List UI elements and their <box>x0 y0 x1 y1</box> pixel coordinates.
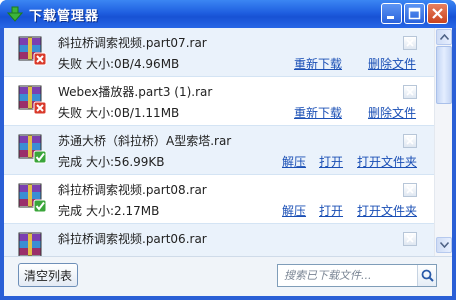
download-item[interactable]: Webex播放器.part3 (1).rar 失败 大小:0B/1.11MB 重新… <box>4 77 434 126</box>
remove-item-button[interactable] <box>403 232 417 246</box>
extract-link[interactable]: 解压 <box>282 153 306 170</box>
status-text: 失败 大小:0B/1.11MB <box>58 104 179 121</box>
chevron-up-icon <box>440 34 449 40</box>
extract-link[interactable]: 解压 <box>282 202 306 219</box>
redownload-link[interactable]: 重新下载 <box>294 55 342 72</box>
maximize-button[interactable] <box>404 3 425 24</box>
remove-item-button[interactable] <box>403 85 417 99</box>
file-name: 苏通大桥（斜拉桥）A型索塔.rar <box>58 134 232 148</box>
close-icon <box>406 186 414 194</box>
rar-archive-complete-icon <box>18 134 47 164</box>
remove-item-button[interactable] <box>403 134 417 148</box>
search-button[interactable] <box>417 265 436 286</box>
close-icon <box>406 39 414 47</box>
close-icon <box>406 235 414 243</box>
rar-archive-icon <box>18 232 42 256</box>
close-icon <box>406 88 414 96</box>
open-link[interactable]: 打开 <box>319 202 343 219</box>
open-folder-link[interactable]: 打开文件夹 <box>357 202 417 219</box>
scroll-up-button[interactable] <box>436 29 452 45</box>
status-label: 失败 <box>58 57 83 71</box>
status-text: 失败 大小:0B/4.96MB <box>58 55 179 72</box>
rar-archive-failed-icon <box>18 85 47 115</box>
open-link[interactable]: 打开 <box>319 153 343 170</box>
maximize-icon <box>408 7 421 20</box>
download-item[interactable]: 斜拉桥调索视频.part08.rar 完成 大小:2.17MB 解压 打开 打开文… <box>4 175 434 224</box>
minimize-icon <box>387 16 394 19</box>
remove-item-button[interactable] <box>403 183 417 197</box>
file-size: 大小:2.17MB <box>86 204 160 218</box>
file-name: Webex播放器.part3 (1).rar <box>58 85 213 99</box>
chevron-down-icon <box>440 242 449 248</box>
title-bar[interactable]: 下载管理器 <box>0 0 456 28</box>
download-item[interactable]: 斜拉桥调索视频.part07.rar 失败 大小:0B/4.96MB 重新下载 删… <box>4 28 434 77</box>
status-label: 失败 <box>58 106 83 120</box>
window-client-area: 斜拉桥调索视频.part07.rar 失败 大小:0B/4.96MB 重新下载 删… <box>4 28 452 296</box>
download-item[interactable]: 苏通大桥（斜拉桥）A型索塔.rar 完成 大小:56.99KB 解压 打开 打开文… <box>4 126 434 175</box>
download-item[interactable]: 斜拉桥调索视频.part06.rar <box>4 224 434 256</box>
download-list[interactable]: 斜拉桥调索视频.part07.rar 失败 大小:0B/4.96MB 重新下载 删… <box>4 28 434 256</box>
scroll-down-button[interactable] <box>436 237 452 253</box>
close-icon <box>432 8 443 19</box>
scroll-thumb[interactable] <box>436 46 452 104</box>
vertical-scrollbar[interactable] <box>434 28 452 256</box>
download-arrow-icon <box>7 6 23 22</box>
delete-file-link[interactable]: 删除文件 <box>368 104 416 121</box>
file-name: 斜拉桥调索视频.part06.rar <box>58 232 207 246</box>
rar-archive-complete-icon <box>18 183 47 213</box>
clear-list-button[interactable]: 清空列表 <box>18 263 78 287</box>
status-label: 完成 <box>58 155 83 169</box>
status-text: 完成 大小:56.99KB <box>58 153 165 170</box>
status-text: 完成 大小:2.17MB <box>58 202 159 219</box>
rar-archive-failed-icon <box>18 36 47 66</box>
search-input[interactable] <box>278 265 416 286</box>
status-label: 完成 <box>58 204 83 218</box>
close-button[interactable] <box>427 3 448 24</box>
window-title: 下载管理器 <box>29 9 100 24</box>
search-icon <box>421 269 434 282</box>
redownload-link[interactable]: 重新下载 <box>294 104 342 121</box>
file-size: 大小:56.99KB <box>86 155 165 169</box>
download-manager-window: 下载管理器 斜拉桥调索视频.part07.rar 失败 大小:0B/4.96MB … <box>0 0 456 300</box>
delete-file-link[interactable]: 删除文件 <box>368 55 416 72</box>
remove-item-button[interactable] <box>403 36 417 50</box>
footer-bar: 清空列表 <box>4 256 452 296</box>
file-size: 大小:0B/4.96MB <box>86 57 180 71</box>
search-box <box>277 264 437 287</box>
file-name: 斜拉桥调索视频.part08.rar <box>58 183 207 197</box>
minimize-button[interactable] <box>381 3 402 24</box>
open-folder-link[interactable]: 打开文件夹 <box>357 153 417 170</box>
file-name: 斜拉桥调索视频.part07.rar <box>58 36 207 50</box>
close-icon <box>406 137 414 145</box>
file-size: 大小:0B/1.11MB <box>86 106 180 120</box>
